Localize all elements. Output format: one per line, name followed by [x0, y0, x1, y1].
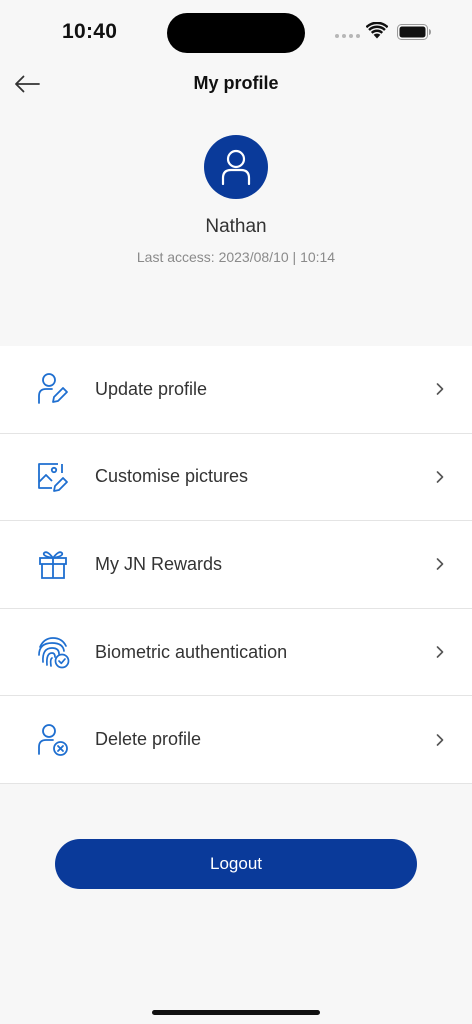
chevron-right-icon [435, 645, 445, 659]
menu-item-label: Delete profile [95, 729, 202, 750]
menu-item-delete-profile[interactable]: Delete profile [0, 696, 472, 784]
gift-icon [35, 546, 71, 582]
battery-icon [397, 24, 431, 40]
menu-item-label: Customise pictures [95, 466, 249, 487]
chevron-right-icon [435, 382, 445, 396]
cellular-signal-icon [335, 34, 360, 38]
chevron-right-icon [435, 733, 445, 747]
dynamic-island [167, 13, 305, 53]
menu-item-label: My JN Rewards [95, 553, 223, 574]
last-access-text: Last access: 2023/08/10 | 10:14 [136, 249, 336, 265]
menu-item-label: Biometric authentication [95, 641, 288, 662]
top-app-bar: My profile [0, 60, 472, 108]
menu-item-update-profile[interactable]: Update profile [0, 346, 472, 434]
status-time: 10:40 [62, 20, 118, 43]
menu-item-label: Update profile [95, 378, 208, 399]
logout-button[interactable]: Logout [55, 839, 417, 889]
chevron-right-icon [435, 470, 445, 484]
menu-item-customise-pictures[interactable]: Customise pictures [0, 434, 472, 522]
home-indicator[interactable] [152, 1010, 320, 1015]
menu-item-biometric[interactable]: Biometric authentication [0, 609, 472, 697]
user-icon [221, 149, 251, 185]
status-bar: 10:40 [0, 0, 472, 64]
image-edit-icon [35, 459, 71, 495]
menu-item-jn-rewards[interactable]: My JN Rewards [0, 521, 472, 609]
profile-menu: Update profile Customise pictures My JN … [0, 346, 472, 784]
user-edit-icon [35, 371, 71, 407]
chevron-right-icon [435, 557, 445, 571]
avatar [204, 135, 268, 199]
page-title: My profile [193, 73, 279, 93]
user-remove-icon [35, 722, 71, 758]
wifi-icon [366, 22, 388, 39]
fingerprint-check-icon [35, 634, 71, 670]
user-name: Nathan [205, 216, 267, 237]
